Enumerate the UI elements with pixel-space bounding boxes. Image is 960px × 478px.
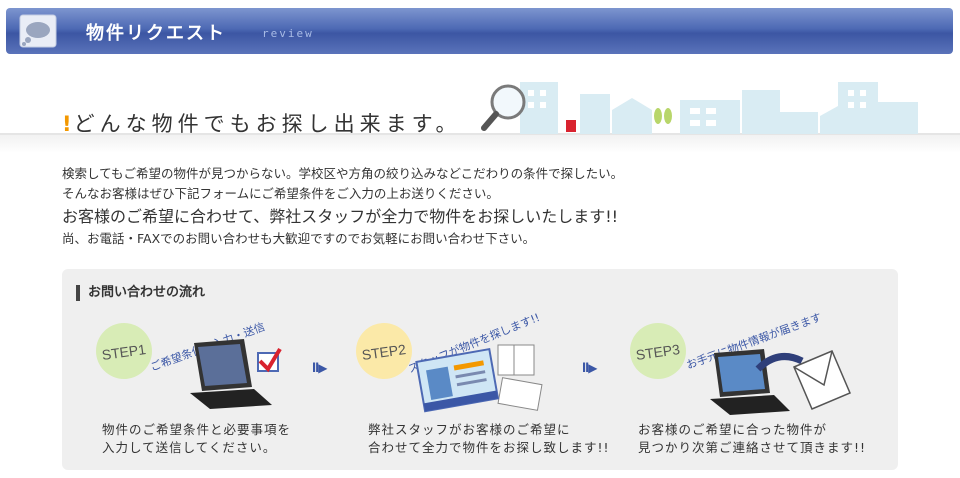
page-subtitle: review (262, 27, 314, 40)
step-1: STEP1 ご希望条件の入力・送信 物件のご希望条件と必要事項を 入力して送信し… (82, 309, 342, 459)
step-arrow-2: ll▶ (582, 361, 598, 375)
step-3-description: お客様のご希望に合った物件が 見つかり次第ご連絡させて頂きます!! (638, 422, 867, 455)
step-3: STEP3 お手元に物件情報が届きます お客様のご希望に合った物件が 見つかり次… (618, 309, 878, 459)
intro-emphasis: お客様のご希望に合わせて、弊社スタッフが全力で物件をお探しいたします!! (62, 207, 619, 226)
inquiry-flow-panel: お問い合わせの流れ STEP1 ご希望条件の入力・送信 物件のご希望条件と必要事… (62, 269, 898, 470)
step-2-description: 弊社スタッフがお客様のご希望に 合わせて全力で物件をお探し致します!! (368, 422, 610, 455)
step-arrow-1: ll▶ (312, 361, 328, 375)
laptop-icon (190, 339, 272, 409)
exclamation-mark: ! (62, 112, 72, 136)
checkbox-icon (257, 347, 282, 373)
page-title: 物件リクエスト (86, 23, 226, 44)
step-2-illustration: STEP2 スタッフが物件を探します!! (356, 310, 543, 413)
speech-bubble-icon (19, 14, 57, 48)
flow-title: お問い合わせの流れ (76, 285, 205, 301)
floorplan-icon (497, 344, 543, 411)
step-3-illustration: STEP3 お手元に物件情報が届きます (630, 310, 851, 415)
step-2: STEP2 スタッフが物件を探します!! 弊社スタッフがお客様のご希望に 合わせ… (348, 309, 609, 459)
step-1-illustration: STEP1 ご希望条件の入力・送信 (96, 319, 282, 409)
intro-line-4: 尚、お電話・FAXでのお問い合わせも大歓迎ですのでお気軽にお問い合わせ下さい。 (62, 231, 536, 246)
page-header: 物件リクエスト review (6, 8, 953, 54)
step-1-description: 物件のご希望条件と必要事項を 入力して送信してください。 (102, 422, 292, 455)
intro-text: 検索してもご希望の物件が見つからない。学校区や方角の絞り込みなどこだわりの条件で… (62, 164, 922, 249)
banner-headline: !どんな物件でもお探し出来ます。 (62, 108, 461, 138)
intro-line-2: そんなお客様はぜひ下記フォームにご希望条件をご入力の上お送りください。 (62, 186, 499, 201)
intro-line-1: 検索してもご希望の物件が見つからない。学校区や方角の絞り込みなどこだわりの条件で… (62, 166, 624, 181)
headline-text: どんな物件でもお探し出来ます。 (73, 112, 462, 136)
